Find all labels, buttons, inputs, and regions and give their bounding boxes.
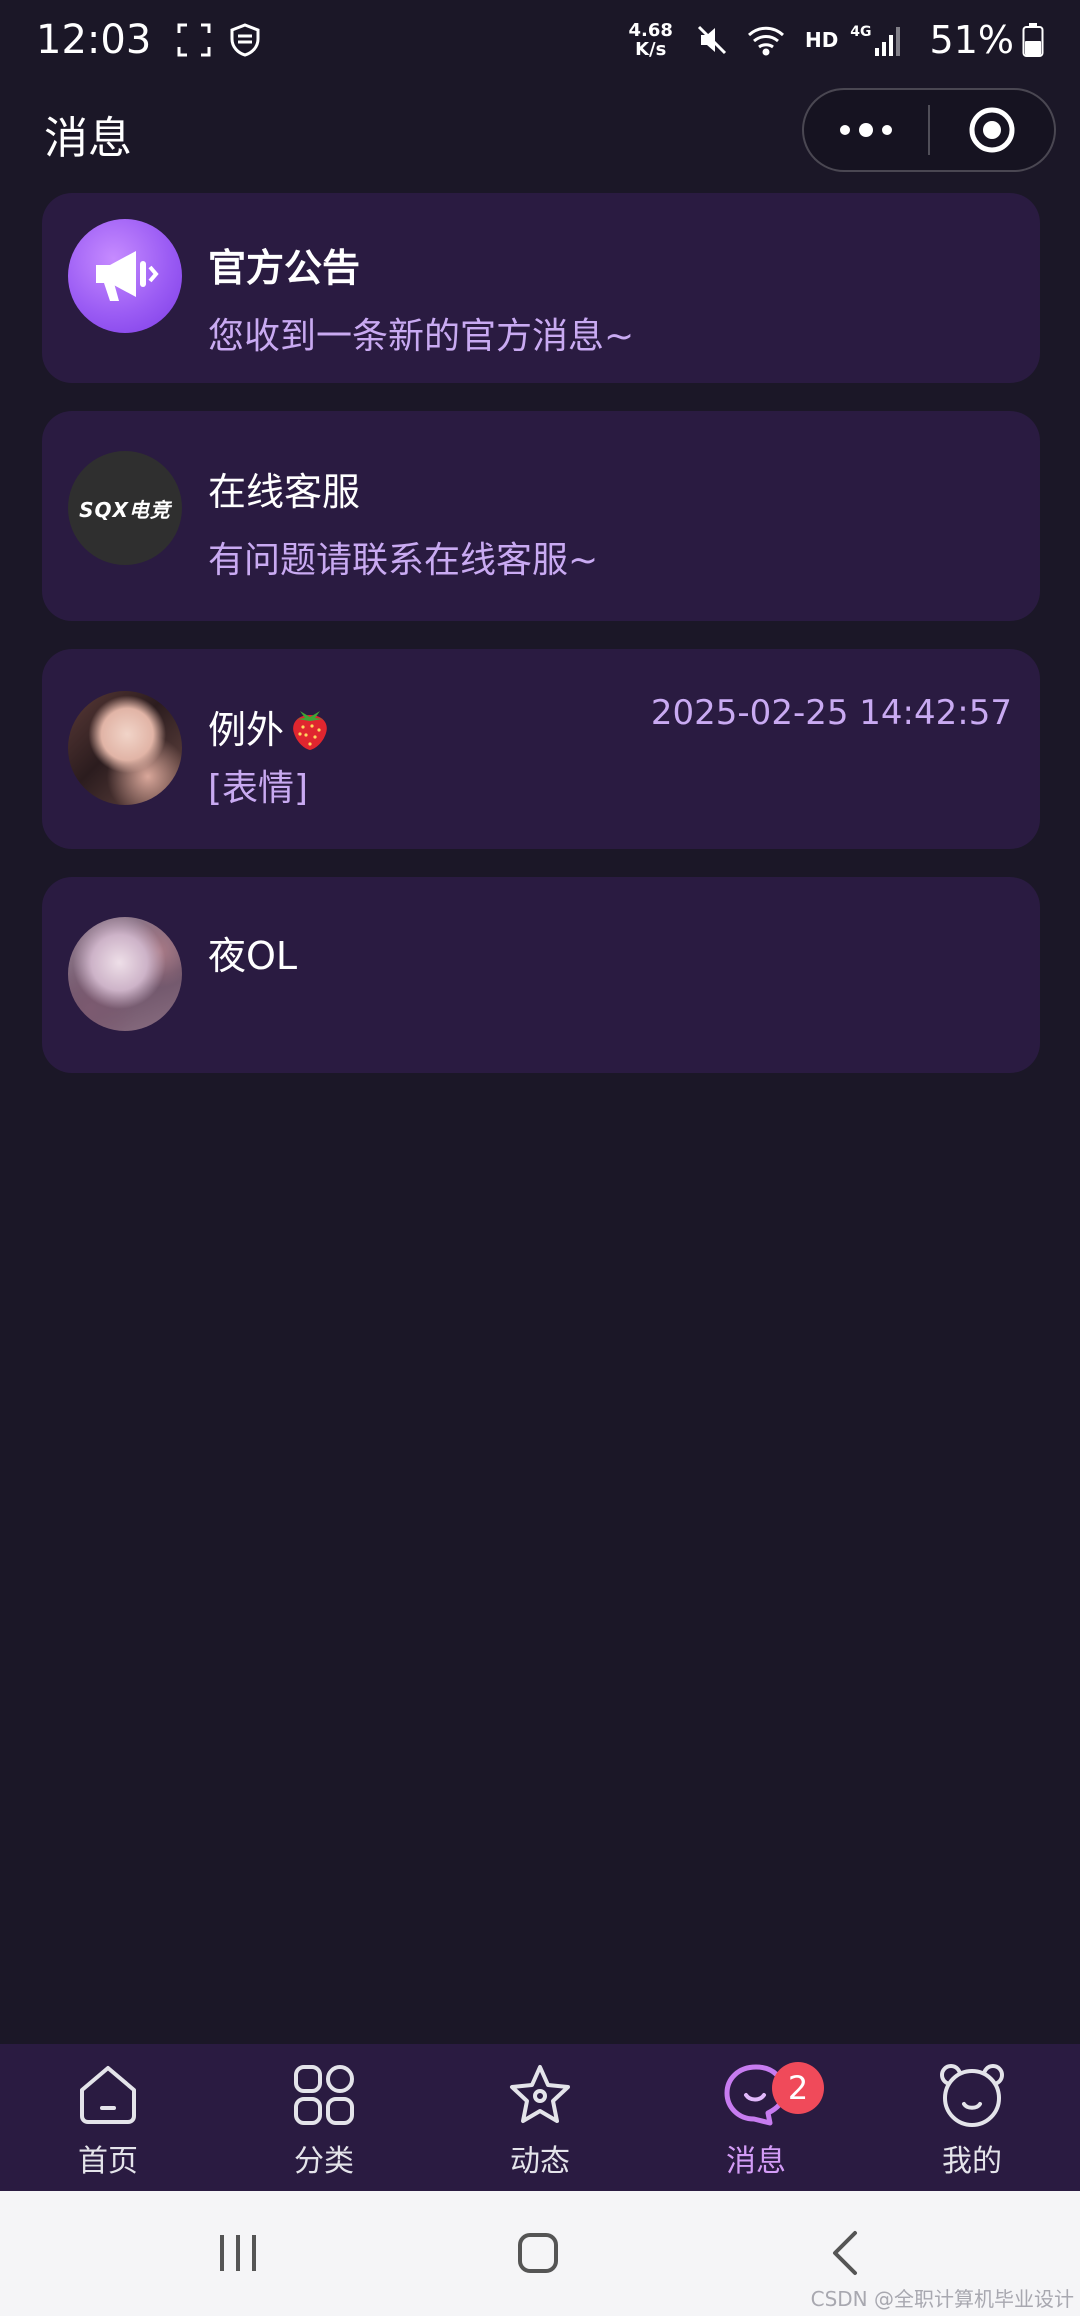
status-bar: 12:03 4.68 K/s HD 4G 51% [0, 0, 1080, 80]
system-nav-bar: CSDN @全职计算机毕业设计 [0, 2191, 1080, 2316]
avatar [68, 917, 182, 1031]
bear-icon [937, 2060, 1007, 2130]
unread-badge: 2 [772, 2062, 824, 2114]
avatar [68, 219, 182, 333]
tab-label: 分类 [294, 2144, 354, 2179]
message-preview: [表情] [208, 768, 309, 809]
message-item-customer-service[interactable]: SQX电竞 在线客服 有问题请联系在线客服~ [42, 411, 1040, 621]
tab-messages[interactable]: 2 消息 [648, 2044, 864, 2191]
net-speed: 4.68 K/s [628, 20, 673, 60]
shield-icon [229, 23, 261, 57]
message-title: 在线客服 [208, 470, 361, 514]
message-item-official[interactable]: 官方公告 您收到一条新的官方消息~ [42, 193, 1040, 383]
message-title: 夜OL [208, 934, 298, 978]
more-dot-icon [882, 125, 892, 135]
message-title: 例外 [208, 699, 332, 760]
tab-profile[interactable]: 我的 [864, 2044, 1080, 2191]
tab-feed[interactable]: 动态 [432, 2044, 648, 2191]
message-list: 官方公告 您收到一条新的官方消息~ SQX电竞 在线客服 有问题请联系在线客服~… [42, 193, 1040, 1101]
message-preview: 有问题请联系在线客服~ [208, 540, 599, 581]
screenshot-frame-icon [177, 23, 211, 57]
message-preview: 您收到一条新的官方消息~ [208, 316, 635, 357]
home-icon [73, 2060, 143, 2130]
more-button[interactable] [804, 90, 928, 170]
title-bar: 消息 [0, 88, 1080, 174]
recent-apps-icon [220, 2235, 256, 2271]
contact-name: 例外 [208, 708, 285, 752]
back-button[interactable] [814, 2223, 874, 2283]
avatar-logo-text: SQX电竞 [79, 497, 171, 522]
message-time: 2025-02-25 14:42:57 [650, 693, 1012, 733]
message-title: 官方公告 [208, 246, 361, 290]
signal-icon [874, 24, 902, 56]
close-mini-program-button[interactable] [930, 90, 1054, 170]
mini-program-capsule [802, 88, 1056, 172]
wifi-icon [747, 23, 787, 57]
back-arrow-icon [833, 2231, 857, 2275]
star-icon [505, 2060, 575, 2130]
target-icon [969, 107, 1015, 153]
tab-label: 我的 [942, 2144, 1002, 2179]
home-square-icon [518, 2233, 558, 2273]
watermark: CSDN @全职计算机毕业设计 [810, 2287, 1074, 2311]
recent-apps-button[interactable] [208, 2223, 268, 2283]
home-button[interactable] [508, 2223, 568, 2283]
tab-home[interactable]: 首页 [0, 2044, 216, 2191]
tab-label: 首页 [78, 2144, 138, 2179]
more-dot-icon [840, 125, 850, 135]
avatar: SQX电竞 [68, 451, 182, 565]
network-type: 4G [850, 24, 872, 40]
page-title: 消息 [44, 113, 132, 164]
grid-icon [289, 2060, 359, 2130]
more-dot-icon [859, 123, 873, 137]
status-time: 12:03 [36, 17, 152, 63]
battery-percent: 51% [929, 18, 1014, 62]
tab-label: 动态 [510, 2144, 570, 2179]
message-item-chat[interactable]: 例外 2025-02-25 14:42:57 [表情] [42, 649, 1040, 849]
mute-icon [695, 23, 729, 57]
hd-label: HD [804, 28, 839, 52]
status-left: 12:03 [36, 17, 279, 63]
status-right: 4.68 K/s HD 4G 51% [629, 18, 1044, 62]
megaphone-icon [96, 251, 159, 301]
strawberry-emoji-icon [288, 705, 332, 760]
message-item-chat[interactable]: 夜OL [42, 877, 1040, 1073]
avatar [68, 691, 182, 805]
tab-category[interactable]: 分类 [216, 2044, 432, 2191]
tab-bar: 首页 分类 动态 2 消息 我的 [0, 2044, 1080, 2191]
battery-icon [1022, 22, 1044, 58]
tab-label: 消息 [726, 2144, 786, 2179]
